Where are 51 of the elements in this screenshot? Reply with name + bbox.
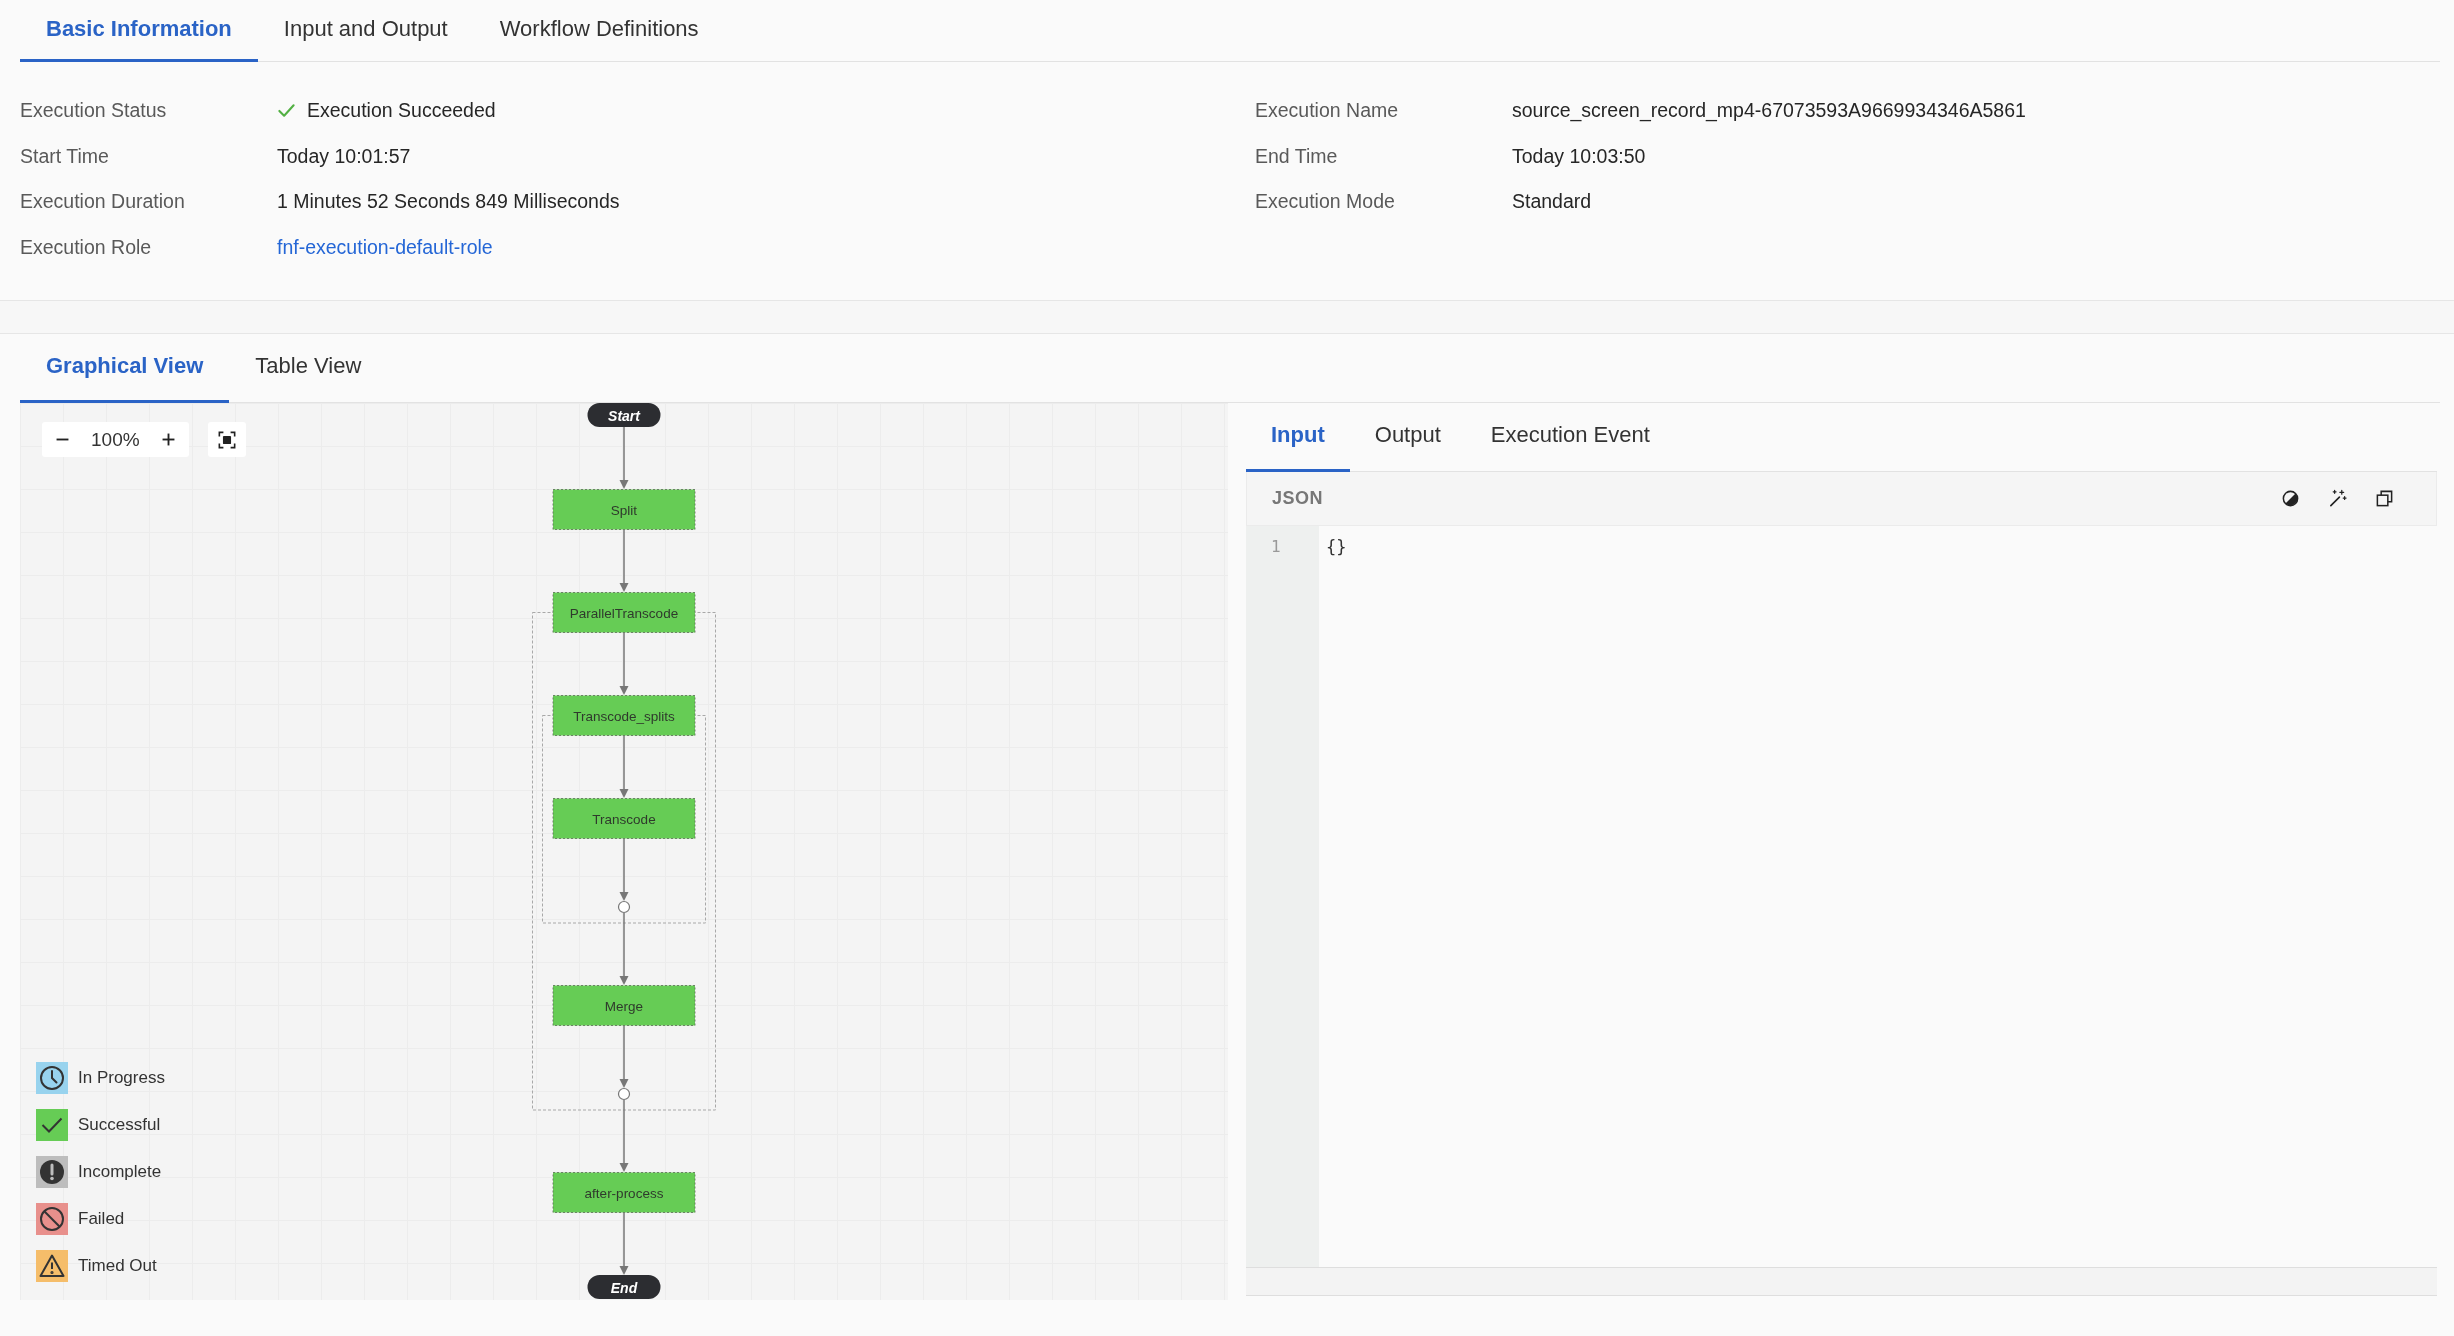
workflow-node[interactable]: Transcode_splits — [552, 695, 696, 736]
field-value: Today 10:03:50 — [1512, 144, 1646, 168]
connector-arrow — [619, 1025, 629, 1088]
workflow-node[interactable]: after-process — [552, 1172, 696, 1213]
connector-arrow — [619, 1212, 629, 1275]
field-label: Execution Role — [20, 235, 153, 259]
terminal-node: End — [587, 1275, 661, 1299]
field-label: Execution Duration — [20, 190, 186, 214]
fit-screen-icon — [217, 430, 236, 449]
role-link[interactable]: fnf-execution-default-role — [277, 235, 493, 259]
tab[interactable]: Execution Event — [1465, 403, 1675, 472]
copy-icon[interactable] — [2375, 489, 2394, 508]
format-label: JSON — [1272, 488, 1324, 509]
field-label: Execution Name — [1255, 99, 1400, 123]
legend-label: In Progress — [78, 1068, 165, 1088]
workflow-node[interactable]: Transcode — [552, 798, 696, 839]
connector-arrow — [619, 529, 629, 592]
workflow-node[interactable]: ParallelTranscode — [552, 592, 696, 633]
workflow-node[interactable]: Split — [552, 489, 696, 530]
status-text: Execution Succeeded — [307, 99, 496, 123]
legend-label: Successful — [78, 1115, 161, 1135]
hollow-circle-icon — [617, 1087, 631, 1101]
hollow-circle-icon — [617, 900, 631, 914]
zoom-level: 100% — [91, 428, 140, 451]
tab[interactable]: Basic Information — [20, 0, 258, 62]
tab[interactable]: Table View — [229, 334, 388, 403]
workflow-node[interactable]: Merge — [552, 985, 696, 1026]
magic-wand-icon[interactable] — [2328, 489, 2347, 508]
legend-label: Failed — [78, 1209, 125, 1229]
code-line: {} — [1326, 536, 1347, 559]
field-value: 1 Minutes 52 Seconds 849 Milliseconds — [277, 190, 620, 214]
connector-arrow — [619, 838, 629, 901]
tab[interactable]: Workflow Definitions — [473, 0, 725, 62]
connector-arrow — [619, 735, 629, 798]
contrast-icon[interactable] — [2281, 489, 2300, 508]
field-value: Standard — [1512, 190, 1592, 214]
tab[interactable]: Output — [1349, 403, 1466, 472]
field-label: Execution Mode — [1255, 190, 1396, 214]
field-value: source_screen_record_mp4-67073593A9669934346A5861 — [1512, 99, 2026, 123]
tab[interactable]: Input and Output — [257, 0, 474, 62]
field-label: End Time — [1255, 144, 1339, 168]
field-label: Execution Status — [20, 99, 168, 123]
field-value: Today 10:01:57 — [277, 144, 411, 168]
legend-label: Incomplete — [78, 1162, 162, 1182]
fit-view-button[interactable] — [207, 422, 246, 457]
legend-label: Timed Out — [78, 1256, 157, 1276]
line-number: 1 — [1271, 536, 1282, 558]
field-label: Start Time — [20, 144, 110, 168]
connector-arrow — [619, 426, 629, 489]
connector-arrow — [619, 632, 629, 695]
terminal-node: Start — [587, 403, 661, 427]
